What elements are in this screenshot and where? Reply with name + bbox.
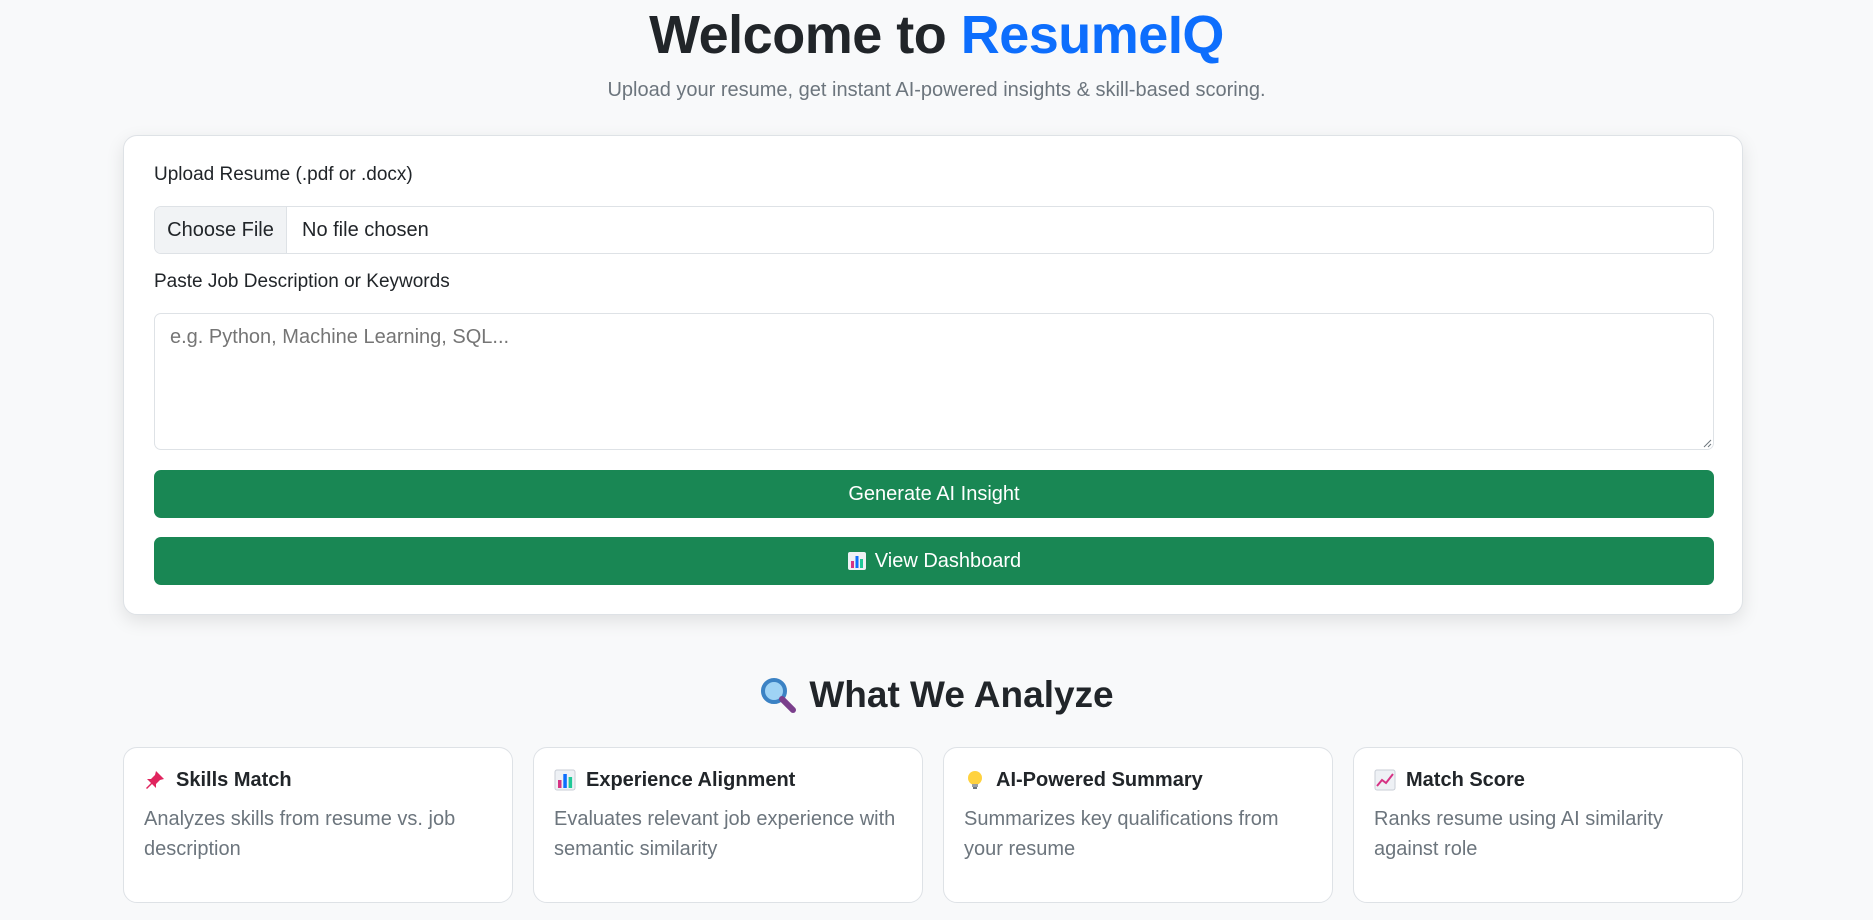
view-dashboard-label: View Dashboard (874, 549, 1022, 572)
pushpin-icon (146, 771, 164, 789)
trend-up-icon (1374, 769, 1396, 791)
analyze-title-text: What We Analyze (809, 674, 1114, 715)
upload-card: Upload Resume (.pdf or .docx) Choose Fil… (123, 135, 1743, 615)
lightbulb-icon (968, 771, 982, 789)
resume-file-input[interactable]: Choose File No file chosen (154, 206, 1714, 254)
feature-description: Analyzes skills from resume vs. job desc… (144, 808, 456, 860)
page-title: Welcome to ResumeIQ (0, 4, 1873, 66)
generate-insight-label: Generate AI Insight (848, 482, 1020, 505)
job-description-label: Paste Job Description or Keywords (154, 271, 450, 292)
resize-handle-icon[interactable] (1702, 438, 1712, 448)
page-subtitle: Upload your resume, get instant AI-power… (607, 79, 1266, 101)
feature-card-match-score: Match Score Ranks resume using AI simila… (1353, 747, 1743, 903)
feature-card-skills-match: Skills Match Analyzes skills from resume… (123, 747, 513, 903)
feature-description: Evaluates relevant job experience with s… (554, 808, 896, 860)
magnifier-icon (761, 678, 797, 713)
upload-label: Upload Resume (.pdf or .docx) (154, 164, 413, 185)
title-prefix: Welcome to (649, 5, 961, 65)
file-status: No file chosen (302, 218, 429, 241)
feature-title: Skills Match (176, 768, 292, 791)
feature-description: Ranks resume using AI similarity against… (1374, 808, 1663, 860)
view-dashboard-button[interactable]: View Dashboard (154, 537, 1714, 585)
job-description-input[interactable] (154, 313, 1714, 450)
feature-card-ai-summary: AI-Powered Summary Summarizes key qualif… (943, 747, 1333, 903)
feature-card-experience-alignment: Experience Alignment Evaluates relevant … (533, 747, 923, 903)
choose-file-button[interactable]: Choose File (155, 207, 287, 253)
feature-title: Experience Alignment (586, 768, 796, 791)
brand-name: ResumeIQ (960, 5, 1225, 65)
bar-chart-icon (554, 769, 576, 791)
feature-title: AI-Powered Summary (996, 768, 1203, 791)
generate-insight-button[interactable]: Generate AI Insight (154, 470, 1714, 518)
feature-title: Match Score (1406, 768, 1525, 791)
page: Welcome to ResumeIQ Upload your resume, … (0, 0, 1873, 920)
analyze-section-title: What We Analyze (0, 674, 1873, 716)
bar-chart-icon (847, 552, 866, 570)
feature-description: Summarizes key qualifications from your … (964, 808, 1279, 860)
